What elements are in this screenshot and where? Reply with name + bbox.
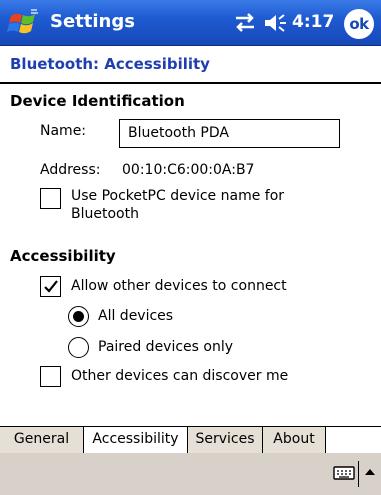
sip-divider (358, 461, 359, 487)
connectivity-arrows-icon[interactable] (232, 13, 258, 33)
app-title: Settings (50, 11, 135, 32)
accessibility-heading: Accessibility (10, 247, 116, 265)
page-title: Bluetooth: Accessibility (10, 55, 210, 73)
name-label: Name: (40, 123, 87, 139)
use-pocketpc-name-label-line2: Bluetooth (71, 206, 139, 222)
tab-general[interactable]: General (0, 427, 84, 454)
clock[interactable]: 4:17 (292, 12, 334, 32)
speaker-icon[interactable] (263, 12, 287, 34)
paired-only-label: Paired devices only (98, 339, 234, 355)
checkmark-icon (44, 280, 58, 293)
device-name-input[interactable]: Bluetooth PDA (119, 119, 340, 148)
paired-only-radio[interactable] (68, 337, 89, 358)
allow-connect-label: Allow other devices to connect (71, 278, 287, 294)
tab-accessibility[interactable]: Accessibility (84, 427, 188, 454)
ok-button[interactable]: ok (344, 9, 374, 39)
up-arrow-icon[interactable] (364, 467, 376, 477)
tab-about[interactable]: About (263, 427, 326, 454)
allow-connect-checkbox[interactable] (40, 276, 61, 297)
radio-selected-dot (73, 311, 84, 322)
bottom-menu-bar (0, 453, 381, 495)
tab-strip: General Accessibility Services About (0, 426, 381, 454)
discoverable-label: Other devices can discover me (71, 368, 289, 384)
address-label: Address: (40, 162, 101, 178)
all-devices-radio[interactable] (68, 306, 89, 327)
all-devices-label: All devices (98, 308, 174, 324)
windows-flag-icon[interactable] (7, 6, 41, 40)
header-divider (0, 82, 381, 84)
title-bar: Settings 4:17 ok (0, 0, 381, 46)
discoverable-checkbox[interactable] (40, 366, 61, 387)
use-pocketpc-name-checkbox[interactable] (40, 188, 61, 209)
use-pocketpc-name-label-line1: Use PocketPC device name for (71, 188, 285, 204)
tab-services[interactable]: Services (188, 427, 263, 454)
device-identification-heading: Device Identification (10, 92, 185, 110)
keyboard-icon[interactable] (333, 465, 355, 481)
address-value: 00:10:C6:00:0A:B7 (122, 162, 255, 178)
